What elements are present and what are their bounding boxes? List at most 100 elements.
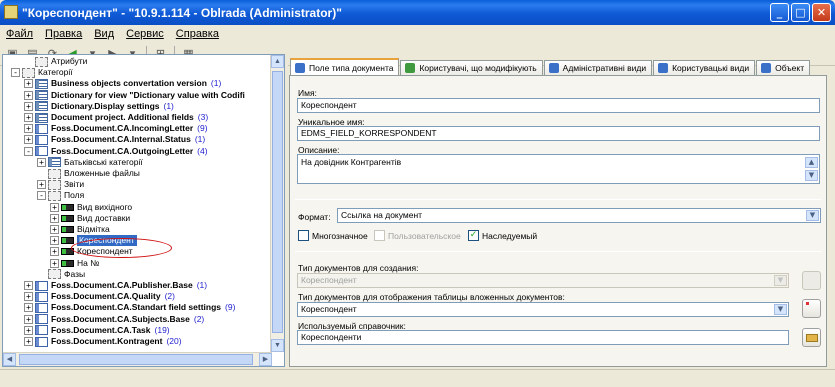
checkbox-box[interactable]	[298, 230, 309, 241]
tree-item[interactable]: + Foss.Document.CA.Standart field setting…	[24, 302, 235, 313]
expand-icon[interactable]: +	[24, 124, 33, 134]
menu-view[interactable]: Вид	[94, 28, 114, 40]
table-type-button[interactable]	[802, 299, 821, 318]
expand-icon[interactable]: +	[24, 337, 33, 346]
expand-icon[interactable]: +	[24, 101, 33, 111]
tree-item-count: (1)	[194, 134, 206, 145]
tree-item[interactable]: + На №	[50, 258, 99, 269]
scroll-down-icon[interactable]: ▼	[271, 339, 284, 352]
expand-icon[interactable]: +	[24, 79, 33, 89]
tree-horizontal-scrollbar[interactable]: ◀ ▶	[3, 352, 272, 366]
menu-edit[interactable]: Правка	[45, 28, 82, 40]
tree-item[interactable]: Фазы	[37, 269, 85, 280]
tab-4[interactable]: Объект	[756, 60, 811, 75]
tab-0[interactable]: Поле типа документа	[290, 58, 400, 75]
scroll-thumb-horizontal[interactable]	[19, 354, 253, 365]
expand-icon[interactable]: +	[50, 247, 59, 257]
name-field[interactable]: Кореспондент	[297, 98, 820, 113]
tree-item-label: Відмітка	[77, 224, 110, 234]
tree-item-label: На №	[77, 257, 100, 268]
tab-1[interactable]: Користувачі, що модифікують	[400, 60, 543, 75]
tree-item[interactable]: + Foss.Document.CA.Task (19)	[24, 325, 170, 336]
tree-item[interactable]: Вложенные файлы	[37, 168, 140, 179]
tree-item[interactable]: + Business objects convertation version (1…	[24, 78, 221, 89]
inherited-label: Наследуемый	[482, 230, 538, 241]
format-select-value: Ссылка на документ	[341, 210, 423, 220]
scroll-right-icon[interactable]: ▶	[259, 353, 272, 366]
inherited-checkbox[interactable]: ✓ Наследуемый	[468, 230, 537, 241]
multi-valued-label: Многозначное	[312, 230, 368, 241]
menu-help[interactable]: Справка	[176, 28, 219, 40]
scroll-left-icon[interactable]: ◀	[3, 353, 16, 366]
tree-item-label: Foss.Document.Kontragent	[51, 336, 163, 346]
tree-vertical-scrollbar[interactable]: ▲ ▼	[270, 55, 284, 352]
document-type-icon	[35, 302, 48, 313]
browse-folder-button[interactable]	[802, 328, 821, 347]
expand-icon[interactable]: +	[24, 325, 33, 335]
dictionary-field[interactable]: Кореспонденти	[297, 330, 789, 345]
user-defined-label: Пользовательское	[388, 230, 461, 241]
tree-item[interactable]: + Батьківські категорії	[37, 157, 143, 168]
folder-icon	[806, 334, 818, 342]
format-select[interactable]: Ссылка на документ ▼	[337, 208, 821, 223]
expand-icon[interactable]: +	[37, 180, 46, 190]
expand-icon[interactable]: +	[50, 202, 59, 212]
tree-item[interactable]: + Foss.Document.CA.IncomingLetter (9)	[24, 123, 208, 134]
desc-scroll-up-icon[interactable]: ▲	[805, 157, 818, 168]
tab-2[interactable]: Адміністративні види	[543, 60, 653, 75]
create-type-select: Кореспондент ▼	[297, 273, 789, 288]
tree-item[interactable]: + Document project. Additional fields (3)	[24, 112, 208, 123]
expand-icon[interactable]: +	[50, 236, 59, 246]
expand-icon[interactable]: +	[24, 281, 33, 290]
collapse-icon[interactable]: -	[24, 146, 33, 156]
desc-scroll-down-icon[interactable]: ▼	[805, 170, 818, 181]
divider	[295, 251, 821, 252]
tree-item[interactable]: - Поля	[37, 190, 84, 201]
expand-icon[interactable]: +	[24, 113, 33, 122]
tree-item[interactable]: - Категорії	[11, 67, 73, 78]
expand-icon[interactable]: +	[50, 258, 59, 268]
scroll-up-icon[interactable]: ▲	[271, 55, 284, 68]
close-button[interactable]: ✕	[812, 3, 831, 22]
expand-icon[interactable]: +	[24, 314, 33, 324]
expand-icon[interactable]: +	[24, 90, 33, 100]
multi-valued-checkbox[interactable]: Многозначное	[298, 230, 368, 241]
expand-icon[interactable]: +	[24, 135, 33, 145]
expand-icon[interactable]: +	[24, 292, 33, 302]
expand-icon[interactable]: +	[37, 157, 46, 167]
red-annotation-circle	[71, 238, 172, 258]
expand-icon[interactable]: +	[50, 225, 59, 234]
tree-item[interactable]: - Foss.Document.CA.OutgoingLetter (4)	[24, 146, 208, 157]
checkmark-icon[interactable]: ✓	[468, 230, 479, 241]
tree-item[interactable]: + Foss.Document.CA.Internal.Status (1)	[24, 134, 205, 145]
collapse-icon[interactable]: -	[37, 191, 46, 201]
tree-item[interactable]: + Вид вихідного	[50, 202, 132, 213]
minimize-button[interactable]: _	[770, 3, 789, 22]
expand-icon[interactable]: +	[50, 213, 59, 223]
tree-item[interactable]: + Foss.Document.CA.Publisher.Base (1)	[24, 280, 207, 291]
scroll-thumb[interactable]	[272, 71, 283, 333]
maximize-button[interactable]: □	[791, 3, 810, 22]
expand-icon[interactable]: +	[24, 303, 33, 313]
unique-name-field[interactable]: EDMS_FIELD_KORRESPONDENT	[297, 126, 820, 141]
menu-service[interactable]: Сервис	[126, 28, 164, 40]
document-type-icon	[35, 146, 48, 157]
description-field[interactable]: На довідник Контрагентів ▲ ▼	[297, 154, 820, 184]
tree-item[interactable]: + Dictionary for view "Dictionary value w…	[24, 90, 245, 101]
tree-item[interactable]: + Відмітка	[50, 224, 110, 235]
tab-3[interactable]: Користувацькі види	[653, 60, 756, 75]
chevron-down-icon[interactable]: ▼	[806, 210, 819, 221]
category-tree[interactable]: + Foss.Document.Kontragent (20) + Foss.Docum…	[2, 54, 285, 367]
chevron-down-icon[interactable]: ▼	[774, 304, 787, 315]
tree-item[interactable]: + Звіти	[37, 179, 84, 190]
tree-item[interactable]: + Dictionary.Display settings (1)	[24, 101, 174, 112]
table-type-select[interactable]: Кореспондент ▼	[297, 302, 789, 317]
tree-item[interactable]: + Foss.Document.Kontragent (20)	[24, 336, 182, 347]
menu-file[interactable]: Файл	[6, 28, 33, 40]
tree-item[interactable]: Атрибути	[24, 56, 87, 67]
splitter[interactable]	[285, 54, 288, 367]
tree-item[interactable]: + Вид доставки	[50, 213, 130, 224]
tree-item[interactable]: + Foss.Document.CA.Subjects.Base (2)	[24, 314, 204, 325]
tree-item[interactable]: + Foss.Document.CA.Quality (2)	[24, 291, 175, 302]
collapse-icon[interactable]: -	[11, 68, 20, 78]
